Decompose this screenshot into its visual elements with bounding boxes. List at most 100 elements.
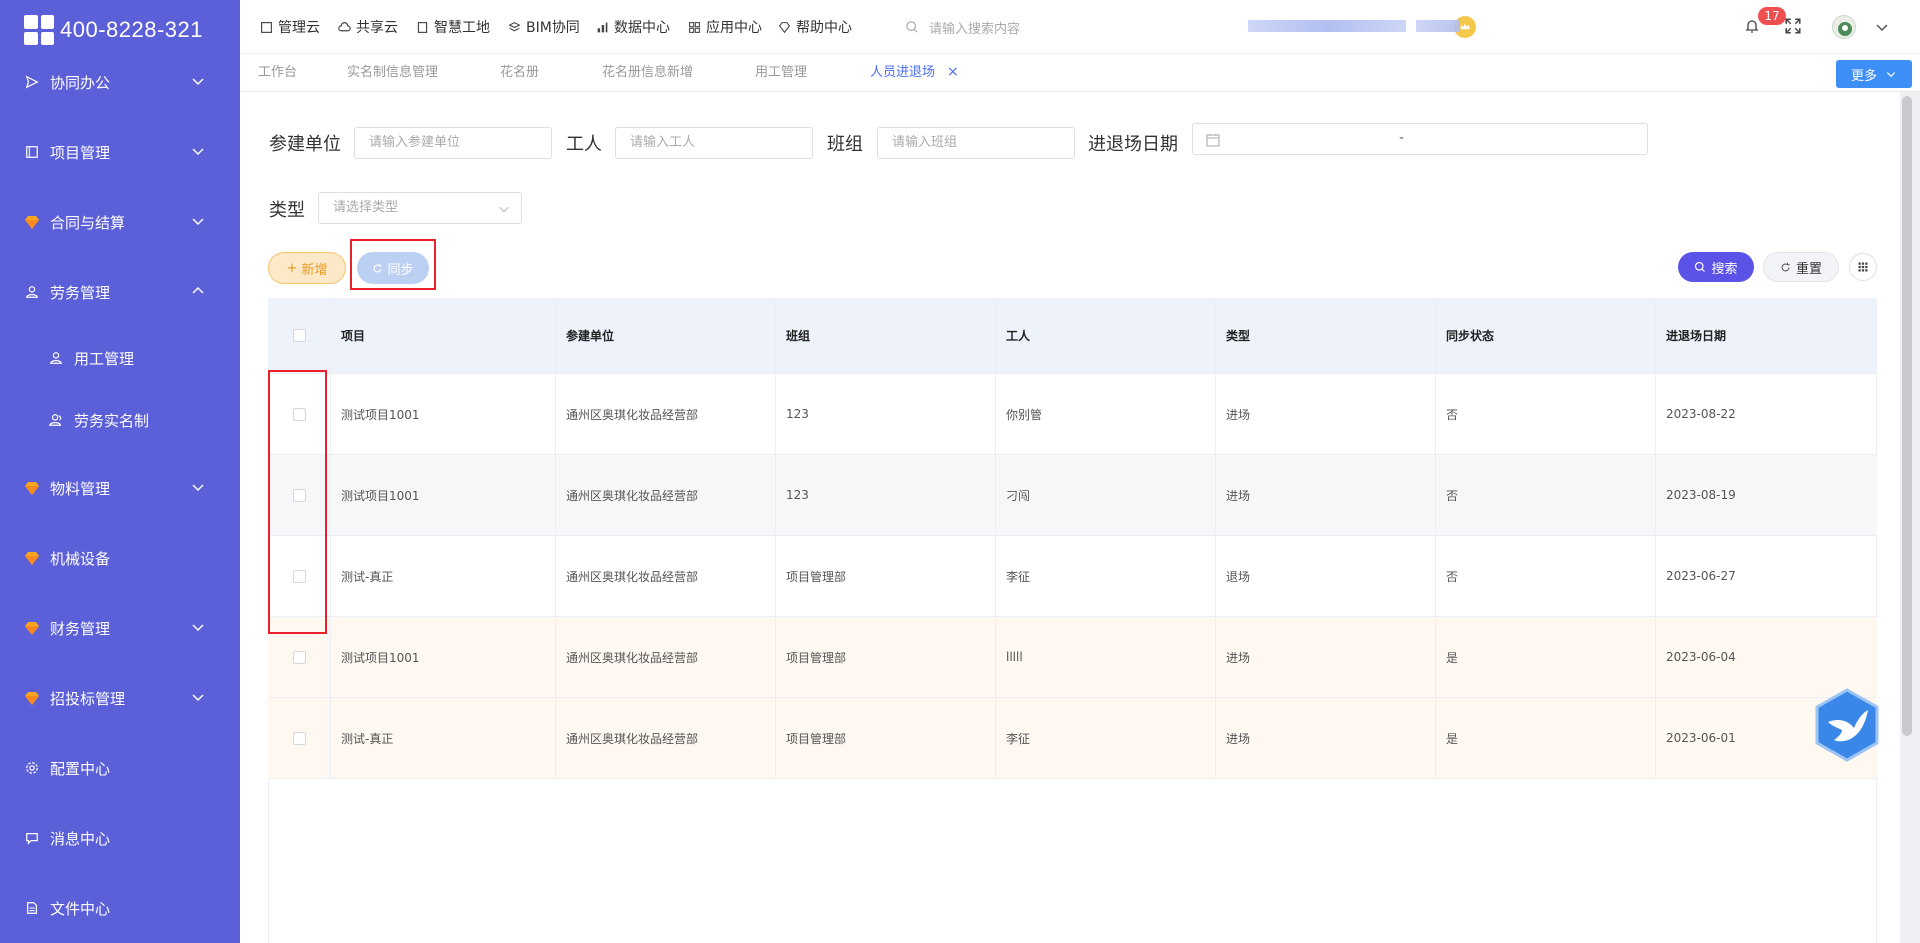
row-checkbox[interactable] bbox=[292, 650, 306, 664]
sidebar-item-label: 协同办公 bbox=[50, 73, 111, 92]
cell-project: 测试项目1001 bbox=[331, 617, 556, 697]
header-sync-status[interactable]: 同步状态 bbox=[1436, 298, 1656, 373]
tab-workbench[interactable]: 工作台 bbox=[258, 54, 297, 92]
header-unit[interactable]: 参建单位 bbox=[556, 298, 776, 373]
sidebar-item-office[interactable]: 协同办公 bbox=[0, 62, 240, 102]
sync-label: 同步 bbox=[387, 262, 414, 278]
sidebar-item-config[interactable]: 配置中心 bbox=[0, 748, 240, 788]
logo-icon bbox=[24, 15, 54, 45]
diamond-icon bbox=[778, 21, 791, 33]
reset-button[interactable]: 重置 bbox=[1763, 252, 1839, 282]
menu-management-cloud[interactable]: 管理云 bbox=[260, 0, 320, 54]
sidebar-item-files[interactable]: 文件中心 bbox=[0, 888, 240, 928]
tab-roster[interactable]: 花名册 bbox=[500, 54, 539, 92]
sidebar-item-material[interactable]: 物料管理 bbox=[0, 468, 240, 508]
row-select-cell bbox=[268, 374, 331, 454]
row-checkbox[interactable] bbox=[292, 407, 306, 421]
table-row[interactable]: 测试-真正 通州区奥琪化妆品经营部 项目管理部 李征 进场 是 2023-06-… bbox=[268, 698, 1877, 779]
unit-input[interactable]: 请输入参建单位 bbox=[354, 127, 552, 159]
header-project[interactable]: 项目 bbox=[331, 298, 556, 373]
fullscreen-icon[interactable] bbox=[1784, 17, 1804, 37]
cell-team: 123 bbox=[776, 455, 996, 535]
logo[interactable]: 400-8228-321 bbox=[24, 12, 203, 48]
header-type[interactable]: 类型 bbox=[1216, 298, 1436, 373]
menu-data-center[interactable]: 数据中心 bbox=[596, 0, 670, 54]
table-row[interactable]: 测试项目1001 通州区奥琪化妆品经营部 项目管理部 lllll 进场 是 20… bbox=[268, 617, 1877, 698]
tab-realname-info[interactable]: 实名制信息管理 bbox=[347, 54, 438, 92]
menu-app-center[interactable]: 应用中心 bbox=[688, 0, 762, 54]
table-row[interactable]: 测试-真正 通州区奥琪化妆品经营部 项目管理部 李征 退场 否 2023-06-… bbox=[268, 536, 1877, 617]
blurred-user-name bbox=[1416, 20, 1460, 32]
close-icon[interactable]: × bbox=[947, 65, 961, 79]
add-button[interactable]: + 新增 bbox=[268, 252, 346, 284]
tab-employment[interactable]: 用工管理 bbox=[755, 54, 807, 92]
sidebar-item-messages[interactable]: 消息中心 bbox=[0, 818, 240, 858]
cell-sync-status: 否 bbox=[1436, 536, 1656, 616]
row-checkbox[interactable] bbox=[292, 488, 306, 502]
chevron-down-icon bbox=[190, 689, 206, 705]
worker-placeholder: 请输入工人 bbox=[630, 135, 696, 150]
date-range-input[interactable]: - bbox=[1192, 123, 1648, 155]
unit-placeholder: 请输入参建单位 bbox=[369, 135, 461, 150]
menu-shared-cloud[interactable]: 共享云 bbox=[338, 0, 398, 54]
type-label: 类型 bbox=[269, 200, 305, 221]
users-icon bbox=[48, 412, 64, 428]
cell-worker: 李征 bbox=[996, 698, 1216, 778]
select-all-cell bbox=[268, 298, 331, 373]
sidebar-item-bidding[interactable]: 招投标管理 bbox=[0, 678, 240, 718]
cell-team: 项目管理部 bbox=[776, 617, 996, 697]
menu-bim[interactable]: BIM协同 bbox=[508, 0, 580, 54]
cell-worker: 李征 bbox=[996, 536, 1216, 616]
unit-label: 参建单位 bbox=[269, 134, 341, 155]
tabs-bar: 工作台 实名制信息管理 花名册 花名册信息新增 用工管理 人员进退场 × bbox=[240, 54, 1920, 92]
row-checkbox[interactable] bbox=[292, 569, 306, 583]
cell-sync-status: 是 bbox=[1436, 698, 1656, 778]
cell-project: 测试项目1001 bbox=[331, 374, 556, 454]
cell-type: 进场 bbox=[1216, 698, 1436, 778]
sidebar-item-project[interactable]: 项目管理 bbox=[0, 132, 240, 172]
cell-unit: 通州区奥琪化妆品经营部 bbox=[556, 617, 776, 697]
chevron-down-icon bbox=[190, 73, 206, 89]
cell-date: 2023-06-27 bbox=[1666, 569, 1736, 583]
team-input[interactable]: 请输入班组 bbox=[877, 127, 1075, 159]
avatar[interactable] bbox=[1832, 15, 1856, 39]
cell-type: 进场 bbox=[1216, 617, 1436, 697]
type-select[interactable]: 请选择类型 bbox=[318, 192, 522, 224]
cell-team: 项目管理部 bbox=[776, 698, 996, 778]
menu-smart-site[interactable]: 智慧工地 bbox=[416, 0, 490, 54]
header-team[interactable]: 班组 bbox=[776, 298, 996, 373]
more-button[interactable]: 更多 bbox=[1836, 60, 1912, 88]
table-row[interactable]: 测试项目1001 通州区奥琪化妆品经营部 123 刁闯 进场 否 2023-08… bbox=[268, 455, 1877, 536]
top-bar: 管理云 共享云 智慧工地 BIM协同 数据中心 应用中心 帮助中心 请输入搜索内… bbox=[240, 0, 1920, 54]
sidebar-item-finance[interactable]: 财务管理 bbox=[0, 608, 240, 648]
row-checkbox[interactable] bbox=[292, 731, 306, 745]
cell-project: 测试-真正 bbox=[331, 536, 556, 616]
column-settings-button[interactable] bbox=[1849, 253, 1877, 281]
table-row[interactable]: 测试项目1001 通州区奥琪化妆品经营部 123 你别管 进场 否 2023-0… bbox=[268, 374, 1877, 455]
header-worker[interactable]: 工人 bbox=[996, 298, 1216, 373]
sidebar-item-label: 配置中心 bbox=[50, 759, 111, 778]
scrollbar[interactable] bbox=[1902, 96, 1912, 736]
sync-button[interactable]: 同步 bbox=[357, 252, 429, 284]
assistant-bird-icon[interactable] bbox=[1814, 688, 1880, 762]
chevron-down-icon bbox=[190, 619, 206, 635]
select-all-checkbox[interactable] bbox=[292, 329, 306, 342]
bar-chart-icon bbox=[597, 22, 608, 32]
sidebar-item-label: 财务管理 bbox=[50, 619, 111, 638]
menu-help-center[interactable]: 帮助中心 bbox=[778, 0, 852, 54]
worker-input[interactable]: 请输入工人 bbox=[615, 127, 813, 159]
tab-roster-add[interactable]: 花名册信息新增 bbox=[602, 54, 693, 92]
chevron-down-icon[interactable] bbox=[1874, 19, 1890, 35]
sidebar-item-realname[interactable]: 劳务实名制 bbox=[0, 400, 240, 440]
sidebar-item-labor[interactable]: 劳务管理 bbox=[0, 272, 240, 312]
cell-sync-status: 是 bbox=[1436, 617, 1656, 697]
cell-worker: lllll bbox=[996, 617, 1216, 697]
sidebar-item-contract[interactable]: 合同与结算 bbox=[0, 202, 240, 242]
sidebar-item-employment[interactable]: 用工管理 bbox=[0, 338, 240, 378]
sidebar-item-machinery[interactable]: 机械设备 bbox=[0, 538, 240, 578]
global-search[interactable]: 请输入搜索内容 bbox=[905, 16, 1020, 38]
search-button[interactable]: 搜索 bbox=[1678, 252, 1754, 282]
tab-entry-exit[interactable]: 人员进退场 bbox=[870, 54, 935, 92]
header-date[interactable]: 进退场日期 bbox=[1656, 298, 1877, 373]
search-placeholder: 请输入搜索内容 bbox=[929, 21, 1021, 37]
